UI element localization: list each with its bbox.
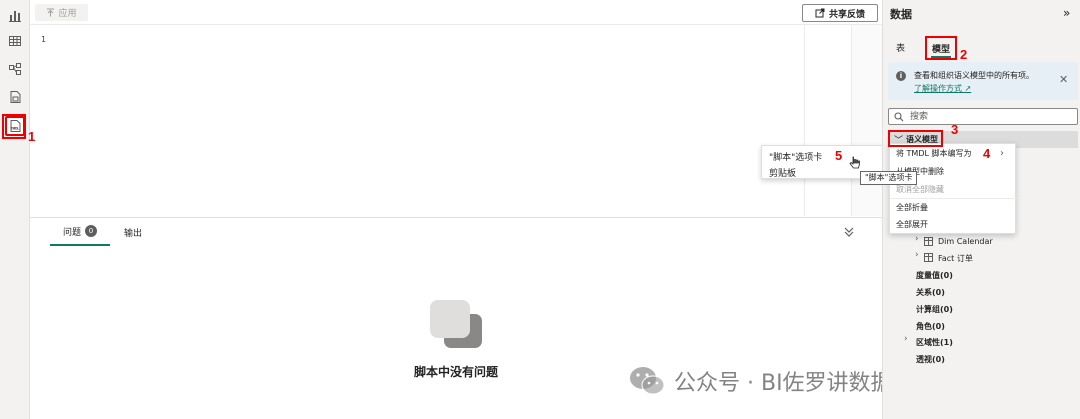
menu-unhide-all[interactable]: 取消全部隐藏 bbox=[896, 184, 944, 195]
submenu-script-tab[interactable]: "脚本"选项卡 bbox=[769, 150, 822, 163]
annotation-4: 4 bbox=[983, 146, 991, 161]
tree-context-menu: 将 TMDL 脚本编写为 › 从模型中删除 取消全部隐藏 全部折叠 全部展开 bbox=[889, 143, 1017, 234]
tab-output[interactable]: 输出 bbox=[124, 218, 142, 246]
submenu-clipboard[interactable]: 剪贴板 bbox=[769, 166, 796, 179]
annotation-3: 3 bbox=[951, 122, 959, 137]
external-link-icon: ↗ bbox=[964, 84, 972, 93]
info-text: 查看和组织语义模型中的所有项。 bbox=[914, 71, 1034, 80]
wechat-logo-icon bbox=[630, 367, 665, 395]
annotation-box-tmdl bbox=[2, 114, 26, 139]
chevron-right-icon[interactable]: › bbox=[904, 334, 908, 344]
collapse-panel-icon[interactable] bbox=[842, 226, 856, 238]
issues-count-badge: 0 bbox=[85, 225, 97, 237]
tree-table-dim-calendar[interactable]: Dim Calendar bbox=[938, 237, 993, 246]
menu-expand-all[interactable]: 全部展开 bbox=[896, 219, 928, 230]
editor-minimap[interactable] bbox=[804, 25, 852, 216]
tab-issues-label: 问题 bbox=[62, 227, 81, 238]
info-banner: i 查看和组织语义模型中的所有项。 了解操作方式 ↗ ✕ bbox=[888, 62, 1078, 100]
report-view-icon[interactable] bbox=[5, 5, 25, 25]
editor-scrollbar[interactable] bbox=[852, 25, 882, 216]
apply-button[interactable]: 应用 bbox=[35, 4, 88, 21]
annotation-5: 5 bbox=[835, 148, 843, 163]
chevron-right-icon[interactable]: › bbox=[915, 234, 919, 244]
tab-tables[interactable]: 表 bbox=[896, 41, 905, 54]
view-rail: TMDL bbox=[0, 0, 30, 419]
share-feedback-button[interactable]: 共享反馈 bbox=[802, 4, 878, 22]
menu-script-tmdl-to[interactable]: 将 TMDL 脚本编写为 bbox=[896, 148, 972, 159]
learn-more-link[interactable]: 了解操作方式 ↗ bbox=[914, 83, 971, 94]
apply-label: 应用 bbox=[58, 9, 77, 19]
menu-collapse-all[interactable]: 全部折叠 bbox=[896, 202, 928, 213]
dax-query-view-icon[interactable] bbox=[5, 87, 25, 107]
output-panel: 问题 0 输出 脚本中没有问题 公众号 · BI佐罗讲数据分析 bbox=[30, 217, 937, 419]
tree-table-fact-orders[interactable]: Fact 订单 bbox=[938, 253, 973, 264]
chevron-right-icon: › bbox=[1000, 148, 1004, 159]
annotation-box-semantic-model bbox=[888, 130, 943, 147]
tree-perspectives[interactable]: 透视(0) bbox=[916, 354, 945, 365]
chevron-right-icon[interactable]: › bbox=[915, 250, 919, 260]
table-icon bbox=[924, 253, 933, 262]
search-input[interactable] bbox=[910, 110, 1070, 123]
expand-pane-icon[interactable]: » bbox=[1063, 6, 1070, 20]
tab-issues[interactable]: 问题 0 bbox=[50, 218, 110, 246]
external-link-icon bbox=[815, 8, 825, 18]
tree-cultures[interactable]: 区域性(1) bbox=[916, 337, 953, 348]
info-icon: i bbox=[896, 71, 906, 81]
tree-measures[interactable]: 度量值(0) bbox=[916, 270, 953, 281]
table-view-icon[interactable] bbox=[5, 31, 25, 51]
annotation-2: 2 bbox=[960, 47, 968, 62]
annotation-box-model-tab bbox=[925, 36, 957, 60]
close-icon[interactable]: ✕ bbox=[1059, 73, 1068, 86]
model-view-icon[interactable] bbox=[5, 59, 25, 79]
table-icon bbox=[924, 237, 933, 246]
tree-calculation-groups[interactable]: 计算组(0) bbox=[916, 304, 953, 315]
search-icon bbox=[894, 112, 904, 122]
no-issues-illustration bbox=[430, 300, 482, 348]
tree-roles[interactable]: 角色(0) bbox=[916, 321, 945, 332]
hand-cursor-icon bbox=[849, 156, 860, 169]
share-feedback-label: 共享反馈 bbox=[828, 9, 865, 20]
script-tab-tooltip: "脚本"选项卡 bbox=[860, 171, 918, 185]
tree-relationships[interactable]: 关系(0) bbox=[916, 287, 945, 298]
menu-separator bbox=[890, 198, 1017, 199]
line-number: 1 bbox=[41, 35, 46, 44]
editor-toolbar: 应用 共享反馈 bbox=[30, 0, 882, 25]
tmdl-editor[interactable]: 1 bbox=[30, 25, 882, 216]
search-box bbox=[888, 108, 1078, 125]
data-pane-title: 数据 bbox=[890, 8, 912, 21]
apply-icon bbox=[47, 8, 55, 17]
